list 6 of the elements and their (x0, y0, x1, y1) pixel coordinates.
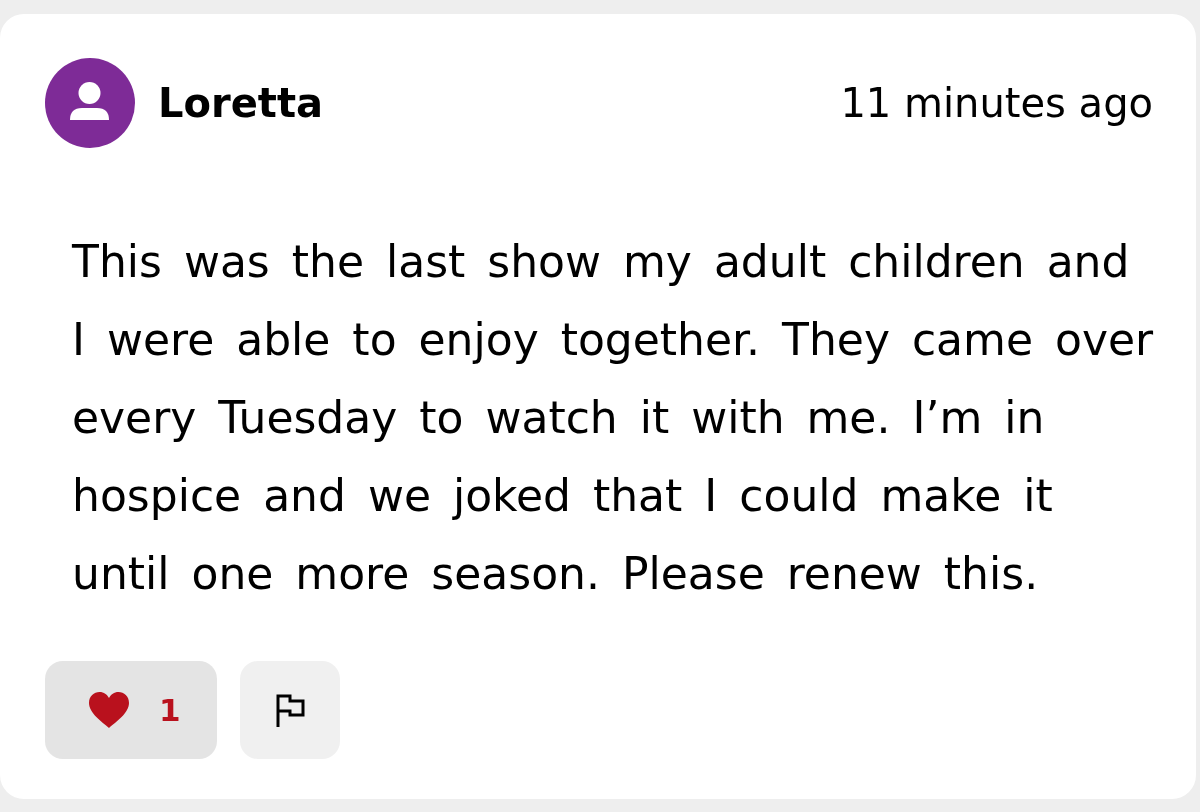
comment-text: This was the last show my adult children and I were able to enjoy together. They came over every Tuesday to watch it with me. I’m in hospice and we joked that I could make it until one more season. Please renew this. (72, 235, 1155, 601)
like-button[interactable]: 1 (45, 661, 217, 759)
timestamp: 11 minutes ago (840, 80, 1153, 126)
author-name: Loretta (158, 80, 324, 126)
avatar-icon (45, 58, 135, 148)
flag-button[interactable] (240, 661, 340, 759)
